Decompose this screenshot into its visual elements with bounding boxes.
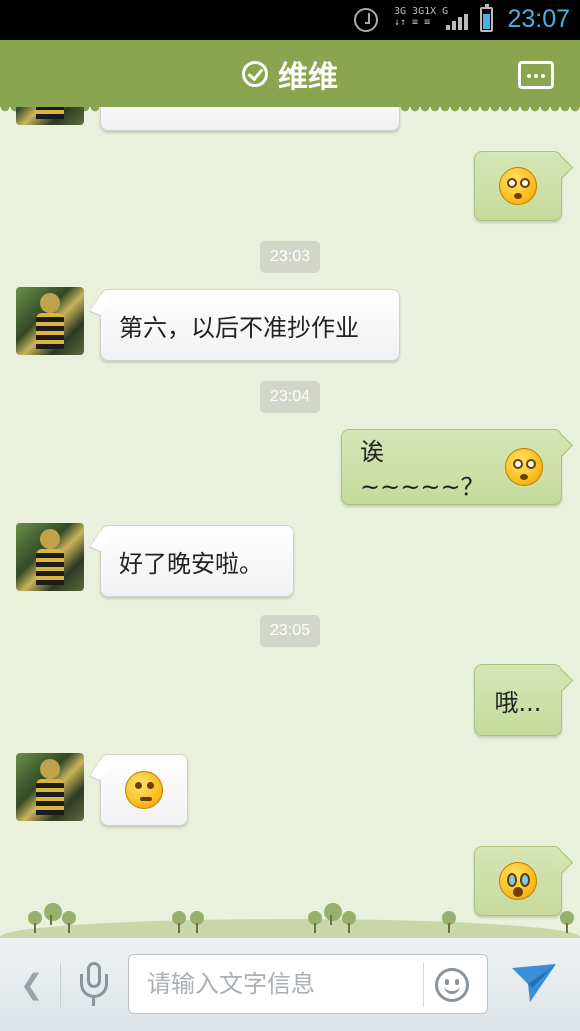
- tree-decoration: [560, 911, 574, 933]
- ground-decoration: [0, 893, 580, 937]
- network-type-label: 3G 3G1X G: [394, 6, 449, 17]
- tree-decoration: [190, 911, 204, 933]
- message-bubble-incoming[interactable]: [100, 754, 188, 826]
- contact-name: 维维: [278, 59, 338, 95]
- message-bubble-incoming[interactable]: 好了晚安啦。: [100, 525, 294, 597]
- status-bar: 3G 3G1X G ↓↑ ≡ ≡ 23:07: [0, 0, 580, 40]
- signal-icon: [446, 14, 470, 30]
- network-activity-label: ↓↑ ≡ ≡: [394, 17, 431, 28]
- message-bubble-outgoing[interactable]: [474, 151, 562, 221]
- divider: [60, 963, 61, 1007]
- message-input[interactable]: [147, 965, 417, 1003]
- avatar[interactable]: [16, 287, 84, 355]
- tree-decoration: [62, 911, 76, 933]
- message-text: 哦...: [494, 688, 542, 717]
- divider: [423, 963, 424, 1007]
- chat-area[interactable]: 23:03 第六，以后不准抄作业 23:04 诶~~~~~？ 好了晚安啦。 23…: [0, 107, 580, 931]
- alarm-icon: [354, 8, 378, 32]
- avatar[interactable]: [16, 107, 84, 125]
- avatar[interactable]: [16, 523, 84, 591]
- timestamp: 23:05: [260, 615, 320, 647]
- network-indicator: 3G 3G1X G ↓↑ ≡ ≡: [394, 6, 448, 28]
- message-text: 第六，以后不准抄作业: [119, 313, 359, 342]
- message-input-box[interactable]: [128, 954, 488, 1014]
- timestamp: 23:03: [260, 241, 320, 273]
- send-arrow-icon[interactable]: [510, 962, 558, 1004]
- message-text: 好了晚安啦。: [119, 549, 263, 578]
- thinking-face-emoji: [125, 771, 163, 809]
- message-bubble-outgoing[interactable]: 哦...: [474, 664, 562, 736]
- tree-decoration: [324, 903, 342, 925]
- input-bar: ❮: [0, 937, 580, 1031]
- dizzy-face-emoji: [499, 167, 537, 205]
- chevron-left-icon[interactable]: ❮: [20, 968, 43, 1001]
- tree-decoration: [44, 903, 62, 925]
- tree-decoration: [442, 911, 456, 933]
- tree-decoration: [172, 911, 186, 933]
- clock: 23:07: [507, 5, 570, 33]
- tree-decoration: [28, 911, 42, 933]
- message-bubble-outgoing[interactable]: 诶~~~~~？: [341, 429, 562, 505]
- timestamp: 23:04: [260, 381, 320, 413]
- tree-decoration: [308, 911, 322, 933]
- title-bar: 维维: [0, 40, 580, 113]
- more-options-icon[interactable]: [518, 61, 554, 89]
- check-circle-icon: [242, 60, 268, 87]
- dizzy-face-emoji: [505, 448, 543, 486]
- microphone-icon[interactable]: [80, 962, 108, 1008]
- smiley-icon[interactable]: [435, 968, 469, 1002]
- tree-decoration: [342, 911, 356, 933]
- message-bubble-incoming[interactable]: 第六，以后不准抄作业: [100, 289, 400, 361]
- message-bubble-incoming[interactable]: [100, 107, 400, 131]
- message-text: 诶~~~~~？: [360, 438, 485, 501]
- avatar[interactable]: [16, 753, 84, 821]
- battery-icon: [480, 4, 493, 32]
